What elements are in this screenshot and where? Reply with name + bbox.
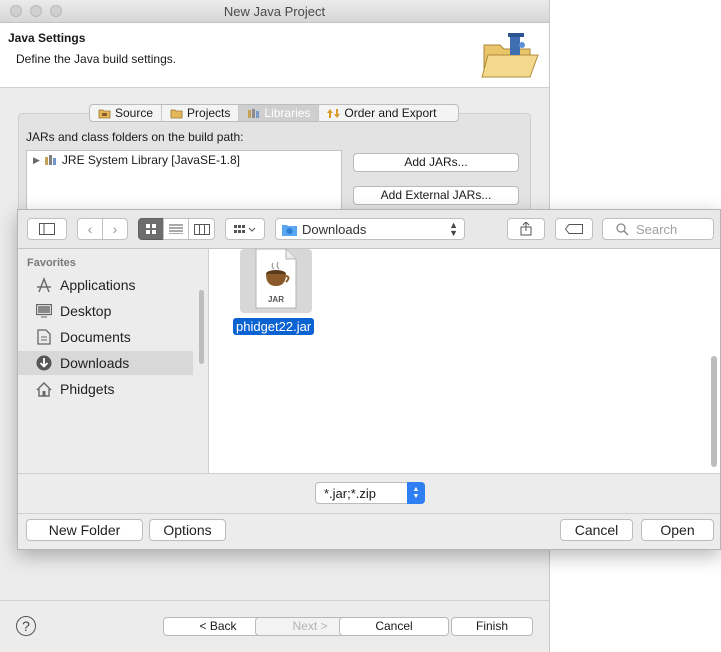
tab-libraries[interactable]: Libraries <box>239 105 320 121</box>
sidebar-scrollbar[interactable] <box>199 290 204 364</box>
search-placeholder: Search <box>636 222 678 237</box>
applications-icon <box>35 276 53 294</box>
tab-label: Libraries <box>264 106 311 120</box>
chooser-toolbar: ‹ › Downloads ▲ ▼ Search <box>18 210 720 249</box>
sidebar-item-documents[interactable]: Documents <box>18 325 193 349</box>
sidebar-item-phidgets[interactable]: Phidgets <box>18 377 193 401</box>
sidebar-icon <box>39 223 55 235</box>
help-icon[interactable]: ? <box>16 616 36 636</box>
jar-type-label: JAR <box>268 295 284 304</box>
chooser-cancel-button[interactable]: Cancel <box>560 519 633 541</box>
icon-grid-icon <box>146 224 156 234</box>
finish-button[interactable]: Finish <box>451 617 533 636</box>
options-button[interactable]: Options <box>149 519 226 541</box>
chooser-sidebar: Favorites Applications Desktop Documents… <box>18 249 208 473</box>
tree-item[interactable]: ▶ JRE System Library [JavaSE-1.8] <box>33 153 240 167</box>
open-button[interactable]: Open <box>641 519 714 541</box>
wizard-banner: Java Settings Define the Java build sett… <box>0 23 549 88</box>
sidebar-item-applications[interactable]: Applications <box>18 273 193 297</box>
desktop-icon <box>35 302 53 320</box>
sidebar-item-label: Downloads <box>60 355 130 371</box>
list-view-button[interactable] <box>163 218 189 240</box>
sidebar-toggle-button[interactable] <box>27 218 67 240</box>
tab-label: Order and Export <box>344 106 437 120</box>
java-project-folder-icon <box>481 33 539 78</box>
updown-chevron-icon: ▲ ▼ <box>449 220 458 238</box>
expand-arrow-icon[interactable]: ▶ <box>33 155 40 166</box>
tag-button[interactable] <box>555 218 593 240</box>
banner-description: Define the Java build settings. <box>16 52 177 66</box>
file-browser-scrollbar[interactable] <box>711 356 717 467</box>
column-view-icon <box>193 223 210 235</box>
file-type-bar: *.jar;*.zip ▲ ▼ <box>18 473 720 514</box>
search-icon <box>616 223 629 236</box>
icon-view-button[interactable] <box>138 218 164 240</box>
location-label: Downloads <box>302 222 367 237</box>
source-folder-icon <box>98 109 111 118</box>
sidebar-item-desktop[interactable]: Desktop <box>18 299 193 323</box>
share-button[interactable] <box>507 218 545 240</box>
sidebar-item-label: Desktop <box>60 303 112 319</box>
tab-source[interactable]: Source <box>90 105 163 121</box>
arrange-menu-button[interactable] <box>225 218 265 240</box>
file-chooser-dialog: ‹ › Downloads ▲ ▼ Search Favorites Appli… <box>17 209 721 550</box>
file-item[interactable]: JAR <box>240 249 312 313</box>
sidebar-item-label: Applications <box>60 277 136 293</box>
banner-title: Java Settings <box>8 31 86 45</box>
tab-projects[interactable]: Projects <box>162 105 240 121</box>
tree-item-label: JRE System Library [JavaSE-1.8] <box>61 153 240 167</box>
favorites-header: Favorites <box>27 257 76 269</box>
file-name-label[interactable]: phidget22.jar <box>233 318 315 335</box>
chevron-left-icon: ‹ <box>87 221 93 237</box>
new-folder-button[interactable]: New Folder <box>26 519 143 541</box>
footer-divider <box>0 600 549 601</box>
window-titlebar: New Java Project <box>0 0 549 23</box>
forward-nav-button[interactable]: › <box>102 218 128 240</box>
sidebar-item-label: Documents <box>60 329 131 345</box>
sidebar-item-label: Phidgets <box>60 381 115 397</box>
arrange-grid-icon <box>234 225 256 233</box>
downloads-icon <box>35 354 53 372</box>
sidebar-item-downloads[interactable]: Downloads <box>18 351 193 375</box>
tab-label: Source <box>115 106 154 120</box>
projects-folder-icon <box>170 109 183 118</box>
file-type-select[interactable]: *.jar;*.zip ▲ ▼ <box>315 482 425 504</box>
build-path-label: JARs and class folders on the build path… <box>26 130 244 144</box>
footer-divider <box>18 513 720 514</box>
list-view-icon <box>169 224 183 234</box>
tab-label: Projects <box>187 106 231 120</box>
downloads-folder-icon <box>282 225 297 236</box>
search-field[interactable]: Search <box>602 218 714 240</box>
documents-icon <box>35 328 53 346</box>
build-path-tree[interactable]: ▶ JRE System Library [JavaSE-1.8] <box>26 150 342 212</box>
tab-order-and-export[interactable]: Order and Export <box>319 105 444 121</box>
add-jars-button[interactable]: Add JARs... <box>353 153 519 172</box>
location-popup[interactable]: Downloads ▲ ▼ <box>275 218 465 240</box>
file-browser: JAR phidget22.jar <box>209 249 720 473</box>
file-type-value: *.jar;*.zip <box>324 486 377 501</box>
jar-file-icon: JAR <box>255 249 297 309</box>
chevron-right-icon: › <box>112 221 118 237</box>
add-external-jars-button[interactable]: Add External JARs... <box>353 186 519 205</box>
order-export-icon <box>327 108 341 118</box>
share-icon <box>520 222 532 236</box>
updown-chevron-icon: ▲ ▼ <box>407 482 425 504</box>
library-icon <box>44 155 56 165</box>
back-nav-button[interactable]: ‹ <box>77 218 103 240</box>
libraries-icon <box>248 108 260 118</box>
column-view-button[interactable] <box>188 218 215 240</box>
home-icon <box>35 380 53 398</box>
tag-icon <box>565 224 583 234</box>
cancel-button[interactable]: Cancel <box>339 617 449 636</box>
window-title: New Java Project <box>223 4 326 19</box>
build-path-tabs: Source Projects Libraries Order and Expo… <box>89 104 459 122</box>
